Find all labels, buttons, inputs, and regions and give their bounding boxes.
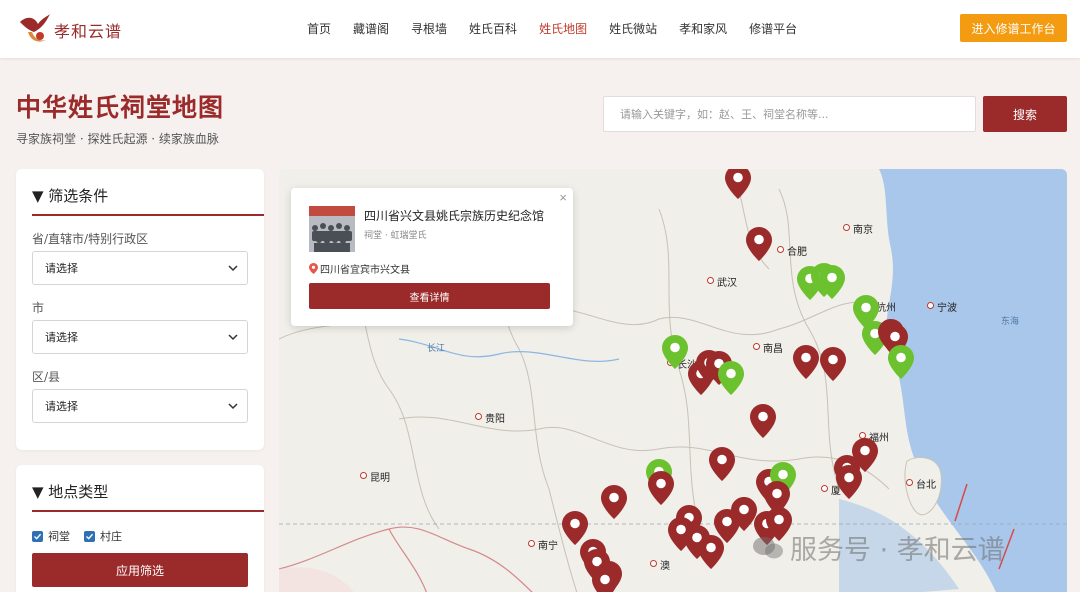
ancestral-hall-marker-icon[interactable] xyxy=(709,447,735,481)
chevron-down-icon xyxy=(228,403,238,410)
search-input[interactable] xyxy=(603,96,976,132)
city-label: 台北 xyxy=(906,476,936,491)
brand-name: 孝和云谱 xyxy=(54,22,123,41)
filter-card: ▼ 筛选条件 省/直辖市/特别行政区 请选择 市 请选择 区/县 请选择 xyxy=(16,169,264,450)
village-marker-icon[interactable] xyxy=(888,345,914,379)
nav-surname-microsite[interactable]: 姓氏微站 xyxy=(598,18,668,39)
city-select-value: 请选择 xyxy=(45,331,78,344)
popup-location-name: 四川省兴文县姚氏宗族历史纪念馆 xyxy=(364,209,545,223)
ancestral-hall-marker-icon[interactable] xyxy=(793,345,819,379)
page-subtitle: 寻家族祠堂 · 探姓氏起源 · 续家族血脉 xyxy=(16,132,219,146)
type-card-title: ▼ 地点类型 xyxy=(32,483,109,501)
city-label: 合肥 xyxy=(777,243,807,258)
ancestral-hall-marker-icon[interactable] xyxy=(746,227,772,261)
location-type-card: ▼ 地点类型 祠堂 村庄 应用筛选 xyxy=(16,465,264,592)
enter-workbench-button[interactable]: 进入修谱工作台 xyxy=(960,14,1067,42)
watermark-text: 服务号 · 孝和云谱 xyxy=(790,535,1005,566)
checkbox-checked-icon xyxy=(84,530,95,542)
province-select-value: 请选择 xyxy=(45,262,78,275)
popup-location-meta: 祠堂 · 虹瑞堂氏 xyxy=(364,231,427,241)
city-label: 市 xyxy=(32,301,45,315)
ancestral-hall-marker-icon[interactable] xyxy=(750,404,776,438)
city-label: 南昌 xyxy=(753,340,783,355)
location-pin-icon xyxy=(309,263,318,274)
ancestral-hall-marker-icon[interactable] xyxy=(601,485,627,519)
checkbox-ancestral-hall[interactable]: 祠堂 xyxy=(32,528,70,544)
popup-address-text: 四川省宜宾市兴文县 xyxy=(320,265,410,276)
nav-home[interactable]: 首页 xyxy=(296,18,342,39)
page-title: 中华姓氏祠堂地图 xyxy=(16,93,225,122)
sea-label: 东海 xyxy=(1001,316,1020,326)
village-marker-icon[interactable] xyxy=(819,265,845,299)
city-label: 贵阳 xyxy=(475,410,505,425)
popup-address: 四川省宜宾市兴文县 xyxy=(309,261,410,276)
nav-family-tradition[interactable]: 孝和家风 xyxy=(668,18,738,39)
city-label: 宁波 xyxy=(927,299,957,314)
divider xyxy=(32,214,264,216)
checkbox-label: 村庄 xyxy=(100,530,122,543)
nav-genealogy-library[interactable]: 藏谱阁 xyxy=(342,18,400,39)
checkbox-label: 祠堂 xyxy=(48,530,70,543)
close-icon[interactable]: × xyxy=(559,190,567,205)
city-select[interactable]: 请选择 xyxy=(32,320,248,354)
ancestral-hall-marker-icon[interactable] xyxy=(725,169,751,199)
location-popup: × 四川省兴文县姚氏宗族历史纪念馆 祠堂 · 虹瑞堂氏 四川省宜宾市兴文县 查看… xyxy=(291,188,573,326)
city-label: 武汉 xyxy=(707,274,737,289)
district-select-value: 请选择 xyxy=(45,400,78,413)
filter-card-title: ▼ 筛选条件 xyxy=(32,187,109,205)
nav-genealogy-platform[interactable]: 修谱平台 xyxy=(738,18,808,39)
nav-surname-encyclopedia[interactable]: 姓氏百科 xyxy=(458,18,528,39)
ancestral-hall-marker-icon[interactable] xyxy=(648,471,674,505)
top-header: 孝和云谱 首页 藏谱阁 寻根墙 姓氏百科 姓氏地图 姓氏微站 孝和家风 修谱平台… xyxy=(0,0,1080,58)
apply-filter-button[interactable]: 应用筛选 xyxy=(32,553,248,587)
city-label: 南京 xyxy=(843,221,873,236)
wechat-icon xyxy=(753,536,783,558)
district-select[interactable]: 请选择 xyxy=(32,389,248,423)
search-button[interactable]: 搜索 xyxy=(983,96,1067,132)
checkbox-village[interactable]: 村庄 xyxy=(84,528,122,544)
type-checkbox-group: 祠堂 村庄 xyxy=(32,528,122,544)
ancestral-hall-marker-icon[interactable] xyxy=(836,465,862,499)
checkbox-checked-icon xyxy=(32,530,43,542)
main-nav: 首页 藏谱阁 寻根墙 姓氏百科 姓氏地图 姓氏微站 孝和家风 修谱平台 xyxy=(296,18,808,39)
location-thumbnail xyxy=(309,206,355,252)
city-label: 昆明 xyxy=(360,469,390,484)
city-label: 南宁 xyxy=(528,537,558,552)
river-label: 长江 xyxy=(427,343,446,353)
village-marker-icon[interactable] xyxy=(662,335,688,369)
city-label: 澳 xyxy=(650,557,670,572)
view-details-button[interactable]: 查看详情 xyxy=(309,283,550,309)
nav-root-wall[interactable]: 寻根墙 xyxy=(400,18,458,39)
chevron-down-icon xyxy=(228,265,238,272)
district-label: 区/县 xyxy=(32,370,61,384)
nav-surname-map[interactable]: 姓氏地图 xyxy=(528,18,598,39)
village-marker-icon[interactable] xyxy=(718,361,744,395)
chevron-down-icon xyxy=(228,334,238,341)
ancestral-hall-marker-icon[interactable] xyxy=(820,347,846,381)
wechat-watermark: 服务号 · 孝和云谱 xyxy=(752,528,1005,567)
swallow-logo-icon xyxy=(20,14,50,42)
province-select[interactable]: 请选择 xyxy=(32,251,248,285)
province-label: 省/直辖市/特别行政区 xyxy=(32,232,149,246)
city-label: 杭州 xyxy=(866,299,896,314)
divider xyxy=(32,510,264,512)
brand-logo[interactable]: 孝和云谱 xyxy=(16,10,126,48)
ancestral-hall-marker-icon[interactable] xyxy=(592,567,618,592)
ancestral-hall-marker-icon[interactable] xyxy=(698,535,724,569)
